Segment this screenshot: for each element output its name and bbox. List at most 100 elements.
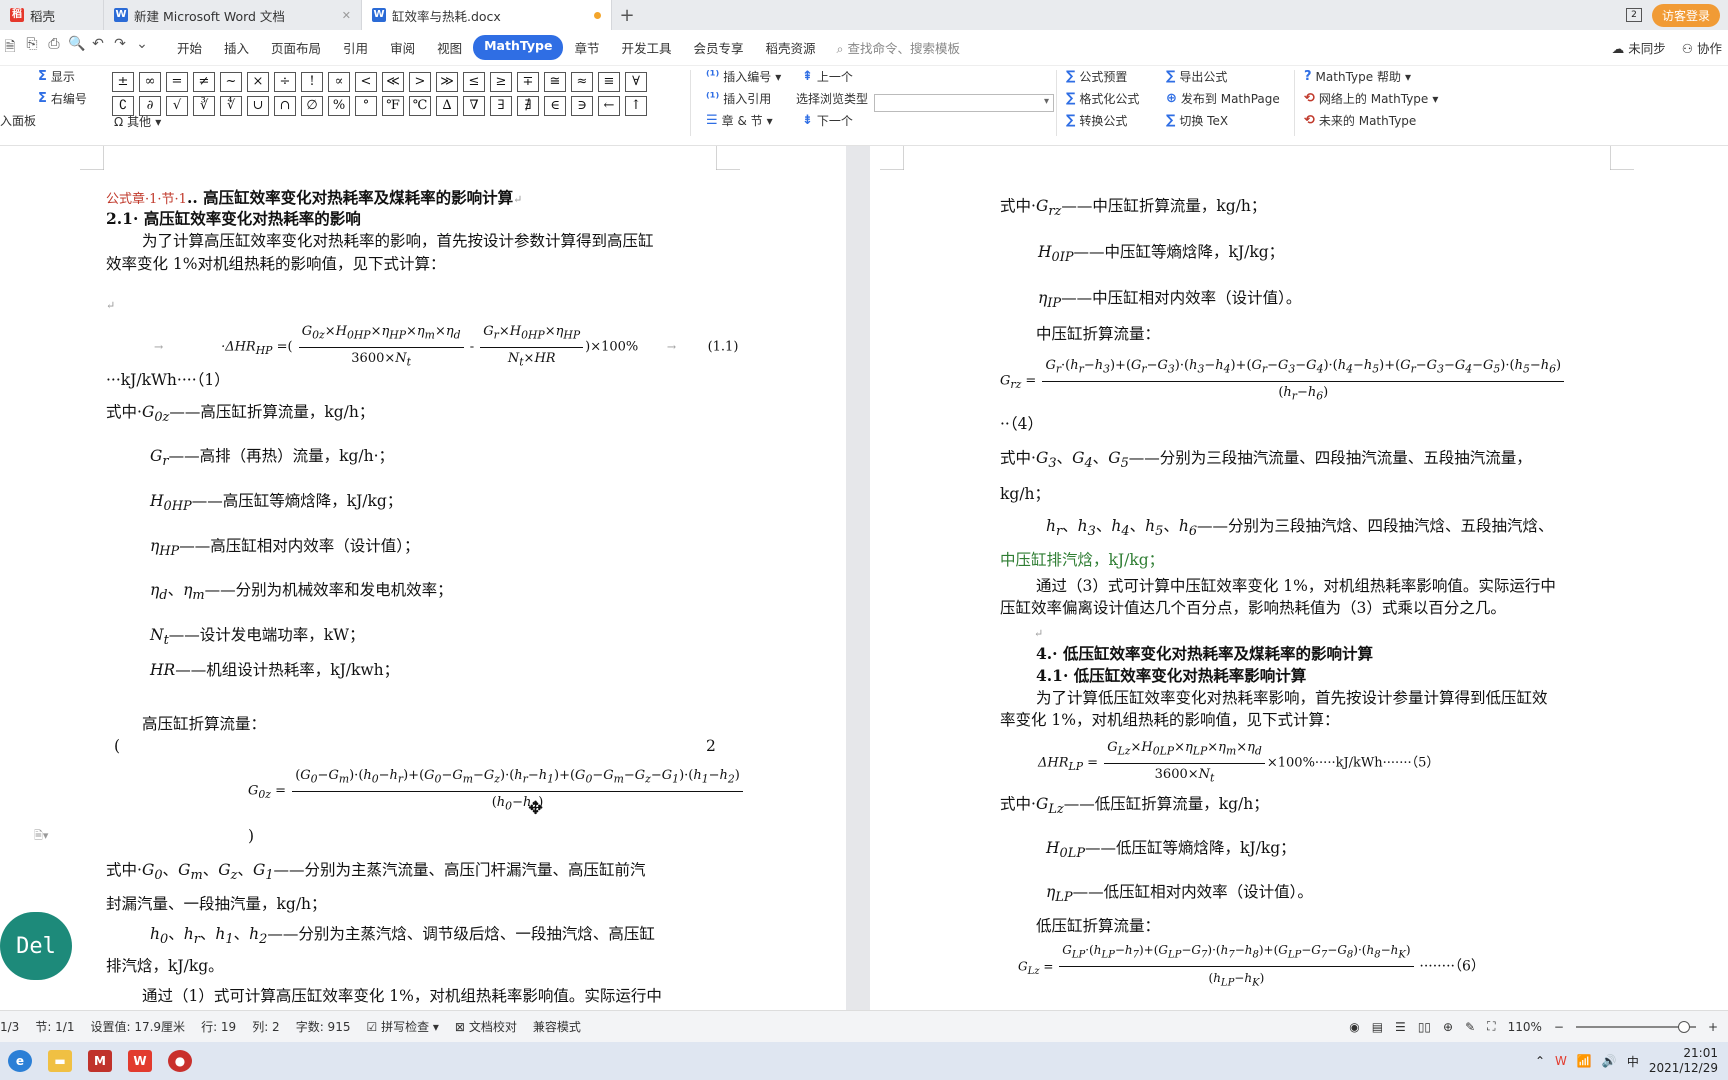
symbol-button[interactable]: ≠ bbox=[193, 72, 215, 92]
page-left[interactable]: 公式章·1·节·1.. 高压缸效率变化对热耗率及煤耗率的影响计算↵ 2.1· 高… bbox=[0, 146, 846, 1010]
other-symbols-button[interactable]: Ω 其他 ▾ bbox=[114, 113, 161, 130]
menu-item-3[interactable]: 引用 bbox=[332, 35, 379, 60]
symbol-button[interactable]: ∪ bbox=[247, 96, 269, 116]
symbol-button[interactable]: ∝ bbox=[328, 72, 350, 92]
zoom-out-icon[interactable]: − bbox=[1554, 1020, 1564, 1034]
spell-check-button[interactable]: ☑ 拼写检查 ▾ bbox=[358, 1018, 446, 1035]
page-view-icon[interactable]: ▤ bbox=[1372, 1020, 1383, 1034]
symbol-button[interactable]: ÷ bbox=[274, 72, 296, 92]
tab-docer[interactable]: 稻 稻壳 bbox=[0, 0, 104, 30]
symbol-button[interactable]: ∀ bbox=[625, 72, 647, 92]
edit-icon[interactable]: ✎ bbox=[1465, 1020, 1475, 1034]
read-view-icon[interactable]: ▯▯ bbox=[1418, 1020, 1431, 1034]
tray-up-icon[interactable]: ⌃ bbox=[1535, 1054, 1545, 1068]
future-mathtype-button[interactable]: ⟲ 未来的 MathType bbox=[1304, 112, 1416, 129]
collab-button[interactable]: ⚇ 协作 bbox=[1682, 38, 1722, 57]
menu-item-5[interactable]: 视图 bbox=[426, 35, 473, 60]
symbol-button[interactable]: ≡ bbox=[598, 72, 620, 92]
print-icon[interactable]: ⎙ bbox=[46, 36, 62, 60]
symbol-button[interactable]: ≅ bbox=[544, 72, 566, 92]
symbol-button[interactable]: ≈ bbox=[571, 72, 593, 92]
symbol-button[interactable]: = bbox=[166, 72, 188, 92]
window-count-badge[interactable]: 2 bbox=[1625, 8, 1642, 22]
mindmap-icon[interactable]: M bbox=[80, 1042, 120, 1080]
symbol-button[interactable]: ← bbox=[598, 96, 620, 116]
network-icon[interactable]: 📶 bbox=[1577, 1054, 1592, 1068]
symbol-button[interactable]: ± bbox=[112, 72, 134, 92]
doc-tool-icon[interactable]: 🗎▾ bbox=[34, 826, 48, 846]
prev-button[interactable]: ⇞ 上一个 bbox=[802, 68, 853, 85]
symbol-button[interactable]: > bbox=[409, 72, 431, 92]
command-search[interactable]: ⌕ 查找命令、搜索模板 bbox=[837, 38, 961, 57]
wps-icon[interactable]: W bbox=[120, 1042, 160, 1080]
menu-item-10[interactable]: 稻壳资源 bbox=[755, 35, 827, 60]
undo-icon[interactable]: ↶ bbox=[90, 36, 106, 60]
right-number-button[interactable]: Σ 右编号 bbox=[38, 90, 87, 107]
browse-type-select[interactable] bbox=[874, 94, 1054, 112]
symbol-button[interactable]: ∓ bbox=[517, 72, 539, 92]
status-words[interactable]: 字数: 915 bbox=[288, 1018, 359, 1035]
next-button[interactable]: ⇟ 下一个 bbox=[802, 112, 853, 129]
zoom-slider[interactable] bbox=[1575, 1020, 1696, 1033]
fit-icon[interactable]: ⛶ bbox=[1487, 1019, 1495, 1034]
symbol-button[interactable]: √ bbox=[166, 96, 188, 116]
new-tab-button[interactable]: + bbox=[612, 0, 642, 30]
status-section[interactable]: 节: 1/1 bbox=[27, 1018, 82, 1035]
redo-icon[interactable]: ↷ bbox=[112, 36, 128, 60]
menu-item-9[interactable]: 会员专享 bbox=[683, 35, 755, 60]
symbol-button[interactable]: ∄ bbox=[517, 96, 539, 116]
symbol-button[interactable]: ! bbox=[301, 72, 323, 92]
export-icon[interactable]: ⎘ bbox=[24, 36, 40, 60]
folder-icon[interactable]: ▬ bbox=[40, 1042, 80, 1080]
menu-item-7[interactable]: 章节 bbox=[563, 35, 610, 60]
symbol-button[interactable]: ∋ bbox=[571, 96, 593, 116]
insert-number-button[interactable]: ⁽¹⁾ 插入编号 ▾ bbox=[706, 68, 781, 85]
symbol-button[interactable]: ∅ bbox=[301, 96, 323, 116]
symbol-button[interactable]: ∆ bbox=[436, 96, 458, 116]
symbol-button[interactable]: ∩ bbox=[274, 96, 296, 116]
switch-tex-button[interactable]: ∑ 切换 TeX bbox=[1166, 112, 1228, 129]
zoom-in-icon[interactable]: + bbox=[1708, 1020, 1718, 1034]
symbol-button[interactable]: ∃ bbox=[490, 96, 512, 116]
convert-formula-button[interactable]: ∑ 转换公式 bbox=[1066, 112, 1127, 129]
formula-preset-button[interactable]: ∑ 公式预置 bbox=[1066, 68, 1127, 85]
menu-item-4[interactable]: 审阅 bbox=[379, 35, 426, 60]
symbol-button[interactable]: ≫ bbox=[436, 72, 458, 92]
symbol-button[interactable]: % bbox=[328, 96, 350, 116]
input-panel-button[interactable]: 入面板 bbox=[0, 112, 36, 129]
symbol-button[interactable]: ≥ bbox=[490, 72, 512, 92]
more-icon[interactable]: ⌄ bbox=[134, 36, 150, 60]
page-right[interactable]: 式中·Grz——中压缸折算流量，kg/h； H0IP——中压缸等熵焓降，kJ/k… bbox=[870, 146, 1728, 1010]
symbol-button[interactable]: < bbox=[355, 72, 377, 92]
zoom-level[interactable]: 110% bbox=[1508, 1020, 1542, 1034]
menu-item-6[interactable]: MathType bbox=[473, 35, 564, 60]
status-setting[interactable]: 设置值: 17.9厘米 bbox=[82, 1018, 193, 1035]
symbol-button[interactable]: ° bbox=[355, 96, 377, 116]
edge-icon[interactable]: e bbox=[0, 1042, 40, 1080]
save-icon[interactable]: 🗎 bbox=[2, 36, 18, 60]
insert-ref-button[interactable]: ⁽¹⁾ 插入引用 bbox=[706, 90, 771, 107]
status-page[interactable]: 1/3 bbox=[0, 1020, 27, 1034]
symbol-button[interactable]: ↑ bbox=[625, 96, 647, 116]
visitor-login-button[interactable]: 访客登录 bbox=[1651, 3, 1720, 27]
symbol-button[interactable]: ∞ bbox=[139, 72, 161, 92]
volume-icon[interactable]: 🔊 bbox=[1602, 1054, 1617, 1068]
publish-mathpage-button[interactable]: ⊕ 发布到 MathPage bbox=[1166, 90, 1280, 107]
outline-view-icon[interactable]: ☰ bbox=[1395, 1020, 1406, 1034]
symbol-button[interactable]: ∇ bbox=[463, 96, 485, 116]
symbol-button[interactable]: ∛ bbox=[193, 96, 215, 116]
menu-item-2[interactable]: 页面布局 bbox=[260, 35, 332, 60]
sync-status[interactable]: ☁ 未同步 bbox=[1612, 38, 1666, 57]
eye-icon[interactable]: ◉ bbox=[1349, 1020, 1359, 1034]
symbol-button[interactable]: ≤ bbox=[463, 72, 485, 92]
proofread-button[interactable]: ⊠ 文档校对 bbox=[447, 1018, 525, 1035]
symbol-button[interactable]: ≪ bbox=[382, 72, 404, 92]
menu-item-8[interactable]: 开发工具 bbox=[610, 35, 682, 60]
format-formula-button[interactable]: ∑ 格式化公式 bbox=[1066, 90, 1139, 107]
symbol-button[interactable]: ℉ bbox=[382, 96, 404, 116]
symbol-button[interactable]: ∜ bbox=[220, 96, 242, 116]
tray-wps-icon[interactable]: W bbox=[1555, 1054, 1567, 1068]
tab-active-doc[interactable]: W 缸效率与热耗.docx bbox=[362, 0, 612, 30]
export-formula-button[interactable]: ∑ 导出公式 bbox=[1166, 68, 1227, 85]
mathtype-help-button[interactable]: ? MathType 帮助 ▾ bbox=[1304, 68, 1411, 85]
